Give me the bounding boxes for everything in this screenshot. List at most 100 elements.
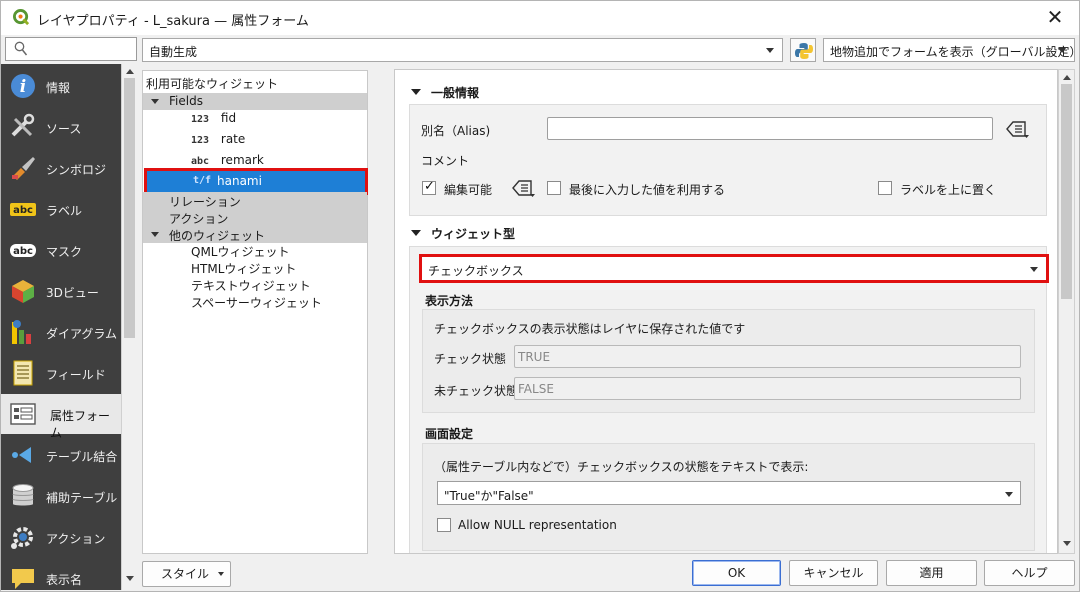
- reuse-last-value-checkbox[interactable]: [547, 181, 561, 195]
- sidebar-item-source[interactable]: ソース: [1, 107, 121, 147]
- widget-type-section-box: チェックボックス 表示方法 チェックボックスの表示状態はレイヤに保存された値です…: [409, 246, 1049, 553]
- diagram-icon: [12, 320, 31, 344]
- cancel-button[interactable]: キャンセル: [789, 560, 878, 586]
- sidebar-item-masks[interactable]: abc マスク: [1, 230, 121, 270]
- general-section-header[interactable]: 一般情報: [411, 84, 611, 102]
- tree-widget-html[interactable]: HTMLウィジェット: [191, 260, 296, 277]
- right-panel-scrollbar[interactable]: [1058, 69, 1075, 554]
- sidebar-item-label: シンボロジ: [46, 163, 107, 177]
- labels-abc-icon: abc: [10, 203, 36, 216]
- scroll-up-icon[interactable]: [126, 69, 134, 74]
- sidebar-item-label: 補助テーブル: [46, 491, 118, 505]
- sidebar-item-joins[interactable]: テーブル結合: [1, 435, 121, 475]
- representation-box: チェックボックスの表示状態はレイヤに保存された値です チェック状態 TRUE 未…: [422, 309, 1035, 413]
- apply-button[interactable]: 適用: [886, 560, 977, 586]
- unchecked-state-input[interactable]: FALSE: [514, 377, 1021, 400]
- sidebar-item-label: 3Dビュー: [46, 286, 99, 300]
- sidebar-item-diagrams[interactable]: ダイアグラム: [1, 312, 121, 352]
- checked-state-value: TRUE: [518, 350, 551, 364]
- representation-description: チェックボックスの表示状態はレイヤに保存された値です: [434, 322, 746, 336]
- text-field-icon: abc: [191, 156, 210, 167]
- tree-widget-text[interactable]: テキストウィジェット: [191, 277, 311, 294]
- sidebar-item-attributes-form[interactable]: 属性フォーム: [1, 394, 121, 440]
- chevron-down-icon[interactable]: [411, 89, 421, 95]
- fields-icon: [13, 360, 33, 386]
- sidebar-item-label: 表示名: [46, 573, 83, 587]
- joins-icon: [12, 447, 31, 463]
- chevron-down-icon: [1005, 492, 1013, 497]
- sidebar-item-fields[interactable]: フィールド: [1, 353, 121, 393]
- chevron-down-icon[interactable]: [151, 99, 159, 104]
- sidebar-item-information[interactable]: i 情報: [1, 66, 121, 106]
- form-generator-value: 自動生成: [149, 45, 198, 59]
- tree-field-rate[interactable]: 123 rate: [191, 132, 245, 149]
- chevron-down-icon: [1058, 48, 1066, 53]
- tree-widget-spacer[interactable]: スペーサーウィジェット: [191, 294, 322, 311]
- search-input[interactable]: [5, 37, 137, 61]
- highlight-box: [419, 254, 1049, 283]
- close-icon[interactable]: ✕: [1043, 6, 1067, 30]
- checked-state-input[interactable]: TRUE: [514, 345, 1021, 368]
- scrollbar-thumb[interactable]: [124, 78, 135, 338]
- source-tools-icon: [11, 113, 35, 137]
- sidebar-scrollbar[interactable]: [121, 64, 137, 590]
- display-settings-title: 画面設定: [425, 427, 474, 441]
- ok-button[interactable]: OK: [692, 560, 781, 586]
- unchecked-state-value: FALSE: [518, 382, 554, 396]
- feature-form-display-select[interactable]: 地物追加でフォームを表示（グローバル設定）: [823, 38, 1080, 62]
- sidebar-item-label: フィールド: [46, 368, 106, 382]
- layer-properties-dialog: レイヤプロパティ - L_sakura — 属性フォーム ✕ 自動生成 地物追加…: [0, 0, 1080, 592]
- svg-text:abc: abc: [13, 246, 33, 257]
- python-init-button[interactable]: [790, 38, 816, 62]
- alias-input[interactable]: [547, 117, 993, 140]
- symbology-brush-icon: [12, 157, 35, 180]
- chevron-down-icon[interactable]: [151, 232, 159, 237]
- tree-group-relations[interactable]: リレーション: [143, 192, 367, 209]
- sidebar-item-actions[interactable]: アクション: [1, 517, 121, 557]
- scroll-down-icon[interactable]: [1063, 541, 1071, 546]
- actions-gear-icon: [11, 527, 33, 549]
- sidebar-item-auxiliary-storage[interactable]: 補助テーブル: [1, 476, 121, 516]
- sidebar-item-labels[interactable]: abc ラベル: [1, 189, 121, 229]
- label-on-top-checkbox[interactable]: [878, 181, 892, 195]
- tree-group-other-widgets[interactable]: 他のウィジェット: [143, 226, 367, 243]
- sidebar-item-3d-view[interactable]: 3Dビュー: [1, 271, 121, 311]
- unchecked-state-label: 未チェック状態: [434, 384, 519, 398]
- scrollbar-thumb[interactable]: [1061, 84, 1072, 299]
- sidebar-item-symbology[interactable]: シンボロジ: [1, 148, 121, 188]
- expression-icon[interactable]: [1004, 119, 1030, 139]
- representation-title: 表示方法: [425, 294, 474, 308]
- editable-checkbox[interactable]: [422, 179, 436, 195]
- scroll-down-icon[interactable]: [126, 576, 134, 581]
- tree-group-fields[interactable]: Fields: [143, 93, 367, 110]
- integer-field-icon: 123: [191, 135, 210, 146]
- widget-type-section-header[interactable]: ウィジェット型: [411, 225, 611, 243]
- style-button[interactable]: スタイル: [142, 561, 231, 587]
- tree-group-actions[interactable]: アクション: [143, 209, 367, 226]
- sidebar-item-display[interactable]: 表示名: [1, 558, 121, 590]
- expression-icon[interactable]: [510, 178, 536, 198]
- help-button[interactable]: ヘルプ: [984, 560, 1075, 586]
- chevron-down-icon: [218, 572, 224, 576]
- field-name: rate: [220, 132, 246, 146]
- window-title: レイヤプロパティ - L_sakura — 属性フォーム: [37, 14, 309, 29]
- sidebar-item-label: ダイアグラム: [46, 327, 118, 341]
- style-button-label: スタイル: [161, 567, 210, 581]
- tree-group-label: アクション: [169, 212, 229, 226]
- text-display-value: "True"か"False": [444, 489, 534, 503]
- text-display-select[interactable]: "True"か"False": [437, 481, 1021, 505]
- chevron-down-icon[interactable]: [411, 230, 421, 236]
- form-generator-select[interactable]: 自動生成: [142, 38, 783, 62]
- allow-null-checkbox[interactable]: [437, 518, 451, 532]
- scroll-up-icon[interactable]: [1063, 75, 1071, 80]
- tree-header: 利用可能なウィジェット: [146, 77, 279, 91]
- qgis-logo-icon: [13, 9, 30, 26]
- attribute-form-icon: [10, 403, 36, 425]
- display-settings-description: （属性テーブル内などで）チェックボックスの状態をテキストで表示:: [434, 460, 809, 474]
- tree-field-fid[interactable]: 123 fid: [191, 111, 236, 128]
- sidebar-item-label: テーブル結合: [46, 450, 118, 464]
- svg-text:i: i: [20, 77, 26, 97]
- tree-widget-qml[interactable]: QMLウィジェット: [191, 243, 290, 260]
- sidebar-item-label: 情報: [46, 81, 71, 95]
- tree-group-label: 他のウィジェット: [169, 229, 266, 243]
